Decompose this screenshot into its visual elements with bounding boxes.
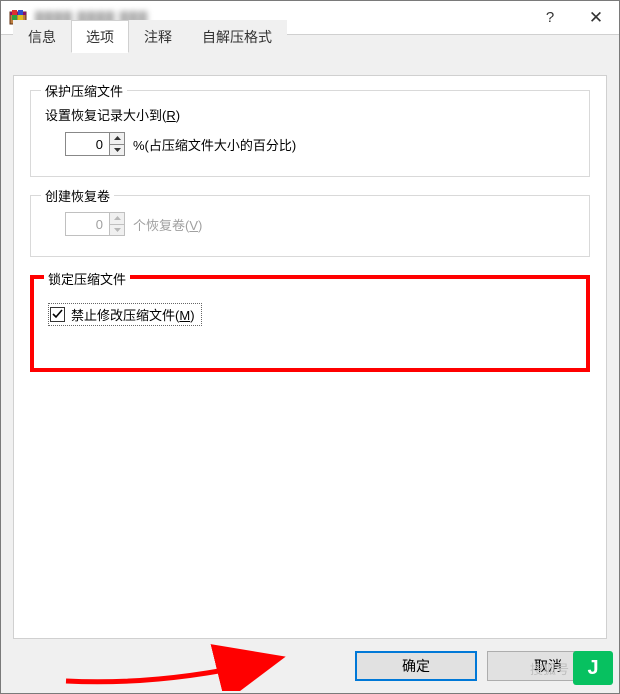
recovery-percent-suffix: %(占压缩文件大小的百分比) [133,135,296,154]
close-button[interactable]: ✕ [573,1,619,34]
lock-archive-checkbox[interactable]: 禁止修改压缩文件(M) [48,303,202,326]
group-protect-title: 保护压缩文件 [41,81,127,100]
dialog-buttons: 确定 取消 [1,651,609,681]
spinner-up-icon [110,213,124,224]
tab-info[interactable]: 信息 [13,20,71,53]
recovery-volumes-input [65,212,109,236]
help-button[interactable]: ? [527,1,573,34]
group-volumes-title: 创建恢复卷 [41,186,114,205]
spinner-down-icon[interactable] [110,144,124,156]
recovery-percent-spinner[interactable] [65,132,125,156]
dialog-window: ████ ████ ███ ? ✕ 信息 选项 注释 自解压格式 保护压缩文件 … [0,0,620,694]
recovery-volumes-spinner [65,212,125,236]
recovery-percent-input[interactable] [65,132,109,156]
group-recovery-volumes: 创建恢复卷 个恢复卷(V) [30,195,590,257]
checkbox-icon[interactable] [50,307,65,322]
tab-comment[interactable]: 注释 [129,20,187,53]
tab-sfx[interactable]: 自解压格式 [187,20,287,53]
group-lock-archive: 锁定压缩文件 禁止修改压缩文件(M) [30,275,590,372]
spinner-down-icon [110,224,124,236]
spinner-up-icon[interactable] [110,133,124,144]
group-lock-title: 锁定压缩文件 [44,269,130,288]
tabstrip: 信息 选项 注释 自解压格式 [13,47,607,75]
group-protect-archive: 保护压缩文件 设置恢复记录大小到(R) %(占压缩文件大小的百分比) [30,90,590,177]
tab-panel: 保护压缩文件 设置恢复记录大小到(R) %(占压缩文件大小的百分比) [13,75,607,639]
recovery-volumes-label: 个恢复卷(V) [133,215,202,234]
tab-options[interactable]: 选项 [71,20,129,53]
lock-archive-label: 禁止修改压缩文件(M) [71,305,195,324]
ok-button[interactable]: 确定 [355,651,477,681]
recovery-record-label: 设置恢复记录大小到(R) [45,105,575,124]
cancel-button[interactable]: 取消 [487,651,609,681]
